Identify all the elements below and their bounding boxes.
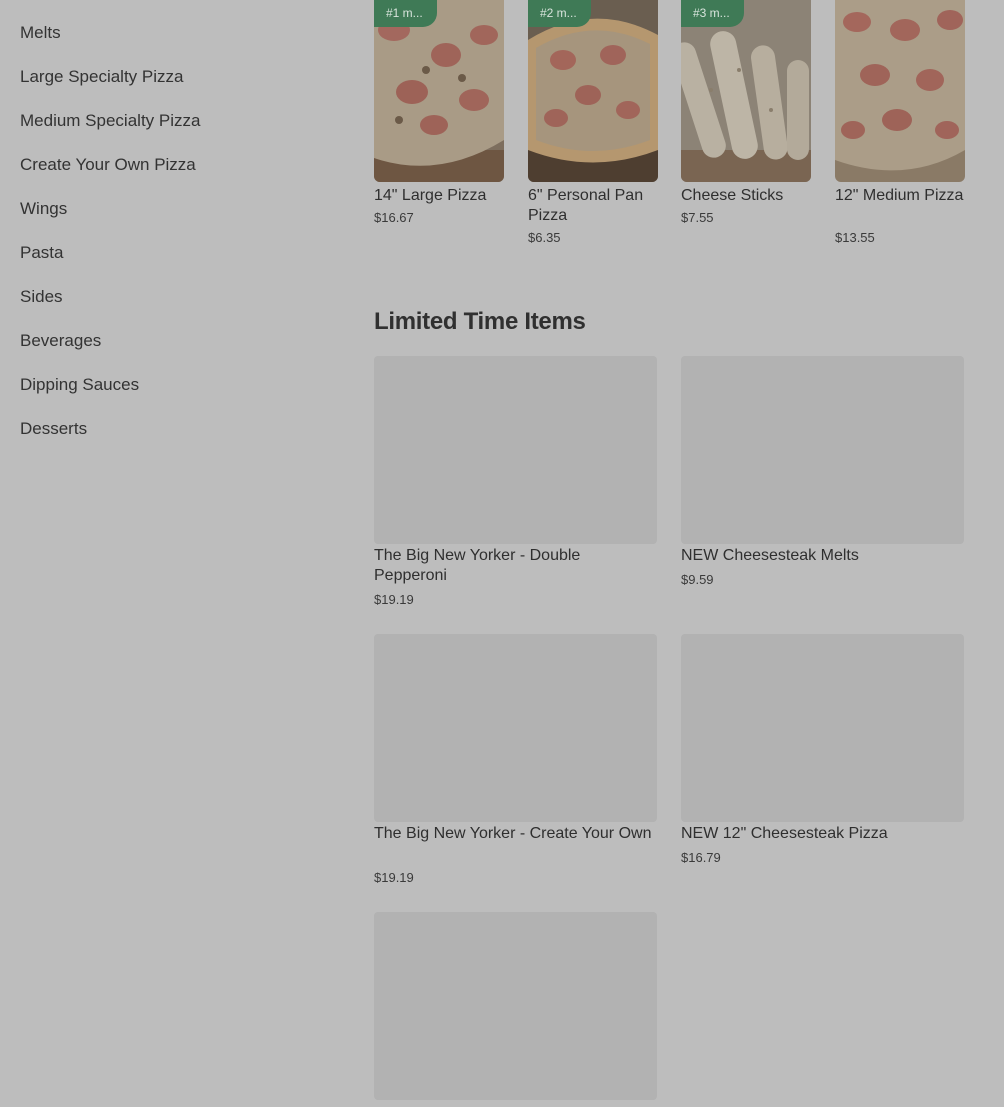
sidebar-item-desserts[interactable]: Desserts [20, 417, 87, 441]
medium-pizza-image [835, 0, 965, 182]
item-price: $16.67 [374, 210, 414, 225]
item-price: $13.55 [835, 230, 875, 245]
item-name: Cheese Sticks [681, 187, 784, 204]
item-name: The Big New Yorker - Create Your Own [374, 825, 652, 842]
item-name: NEW 12" Cheesesteak Pizza [681, 825, 888, 842]
sidebar-item-melts[interactable]: Melts [20, 21, 61, 45]
item-price: $6.35 [528, 230, 561, 245]
sidebar-item-create-your-own-pizza[interactable]: Create Your Own Pizza [20, 153, 196, 177]
sidebar-item-pasta[interactable]: Pasta [20, 241, 63, 265]
item-price: $16.79 [681, 850, 721, 865]
item-image-placeholder [681, 634, 964, 822]
limited-time-heading: Limited Time Items [374, 308, 586, 335]
sidebar-item-wings[interactable]: Wings [20, 197, 67, 221]
cheese-sticks-image [681, 0, 811, 182]
sidebar-item-sides[interactable]: Sides [20, 285, 63, 309]
item-price: $7.55 [681, 210, 714, 225]
item-price: $9.59 [681, 572, 714, 587]
sidebar-item-medium-specialty-pizza[interactable]: Medium Specialty Pizza [20, 109, 200, 133]
personal-pan-pizza-image [528, 0, 658, 182]
sidebar-item-beverages[interactable]: Beverages [20, 329, 101, 353]
item-name: NEW Cheesesteak Melts [681, 547, 859, 564]
rank-badge: #1 m... [374, 0, 437, 27]
item-image-placeholder [374, 634, 657, 822]
item-name: 14" Large Pizza [374, 187, 487, 204]
item-name: 6" Personal Pan Pizza [528, 187, 644, 224]
large-pizza-image [374, 0, 504, 182]
sidebar-item-large-specialty-pizza[interactable]: Large Specialty Pizza [20, 65, 183, 89]
item-price: $19.19 [374, 870, 414, 885]
rank-badge: #2 m... [528, 0, 591, 27]
item-image-placeholder [681, 356, 964, 544]
item-image-placeholder [374, 912, 657, 1100]
sidebar-item-dipping-sauces[interactable]: Dipping Sauces [20, 373, 139, 397]
rank-badge: #3 m... [681, 0, 744, 27]
item-name: 12" Medium Pizza [835, 187, 964, 204]
item-image-placeholder [374, 356, 657, 544]
item-name: The Big New Yorker - Double Pepperoni [374, 547, 581, 584]
item-price: $19.19 [374, 592, 414, 607]
